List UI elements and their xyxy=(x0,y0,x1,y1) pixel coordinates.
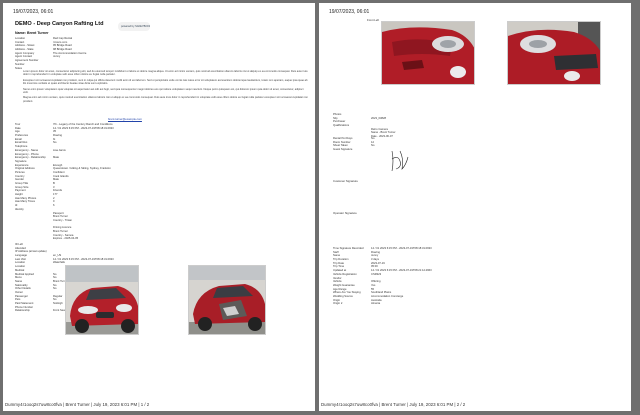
document-title: DEMO - Deep Canyon Rafting Ltd xyxy=(15,21,104,27)
vehicle-photo-right xyxy=(507,21,601,85)
row-label xyxy=(15,237,53,241)
page-timestamp: 19/07/2023, 06:01 xyxy=(329,9,370,15)
email-link[interactable]: brent.turner@example.com xyxy=(108,117,142,121)
car-image-left xyxy=(382,22,474,84)
document-page-2: 19/07/2023, 06:01 Front Left Photos Slip… xyxy=(319,3,631,411)
details-table-c: Time Signature Recorded 14 / 01 2023 6:15… xyxy=(333,247,623,306)
notes-paragraph: Nemo enim ipsam voluptatem quia voluptas… xyxy=(23,87,304,95)
details-table-b: Rental Pet Days No Room Number 12 Sheet Take… xyxy=(333,137,623,152)
pdf-viewer: 19/07/2023, 06:01 DEMO - Deep Canyon Raf… xyxy=(0,0,640,415)
details-table-middle: Tour 7th - Legacy of the Century Ranch an… xyxy=(15,123,305,241)
car-image-front xyxy=(66,266,138,334)
customer-name: Name: Brent Turner xyxy=(15,31,49,35)
row-label: Guest Signature xyxy=(333,148,353,152)
details-table-top: Location Red Cap Rental Contact rt.tours.co… xyxy=(15,37,305,70)
row-label: Origin 2 xyxy=(333,302,343,306)
vehicle-photo-front xyxy=(65,265,139,335)
notes-paragraph: Lorem ipsum dolor sit amet, consectetur … xyxy=(23,70,308,77)
document-page-1: 19/07/2023, 06:01 DEMO - Deep Canyon Raf… xyxy=(3,3,315,411)
row-value: Almeria xyxy=(371,302,381,306)
page-footer: Dummy4r1ooq2s7uw8co0fva | Brent Turner |… xyxy=(5,402,150,407)
row-value: Expires - 2025-04-05 xyxy=(53,237,79,241)
table-row: Expires - 2025-04-05 xyxy=(15,237,305,241)
car-image-right xyxy=(508,22,600,84)
vehicle-photo-left xyxy=(381,21,475,85)
page-footer: Dummy4r1ooq2s7uw8co0fva | Brent Turner |… xyxy=(321,402,466,407)
operator-signature-label: Operator Signature xyxy=(333,211,357,215)
safetybook-logo: powered by SAFEYBOOK xyxy=(118,22,150,31)
notes-paragraph: Magna enim ad minim veniam, quis nostrud… xyxy=(23,96,308,103)
car-image-damaged xyxy=(189,266,265,334)
page-timestamp: 19/07/2023, 06:01 xyxy=(13,9,54,15)
row-label: Relationship xyxy=(15,309,30,313)
table-row: Origin 2 Almeria xyxy=(333,302,623,306)
notes-text: Lorem ipsum dolor sit amet, consectetur … xyxy=(23,70,308,103)
guest-signature-image xyxy=(391,150,409,172)
table-row: Guest Signature xyxy=(333,148,623,152)
notes-paragraph: Excepteur sint occaecat cupidatat non pr… xyxy=(23,78,308,86)
vehicle-photo-damage xyxy=(188,265,266,335)
photo-caption: Front Left xyxy=(367,18,379,22)
details-table-a: Photos Slip 2023_03828 Purchaser Qualificati… xyxy=(333,113,623,139)
customer-signature-label: Customer Signature xyxy=(333,179,358,183)
